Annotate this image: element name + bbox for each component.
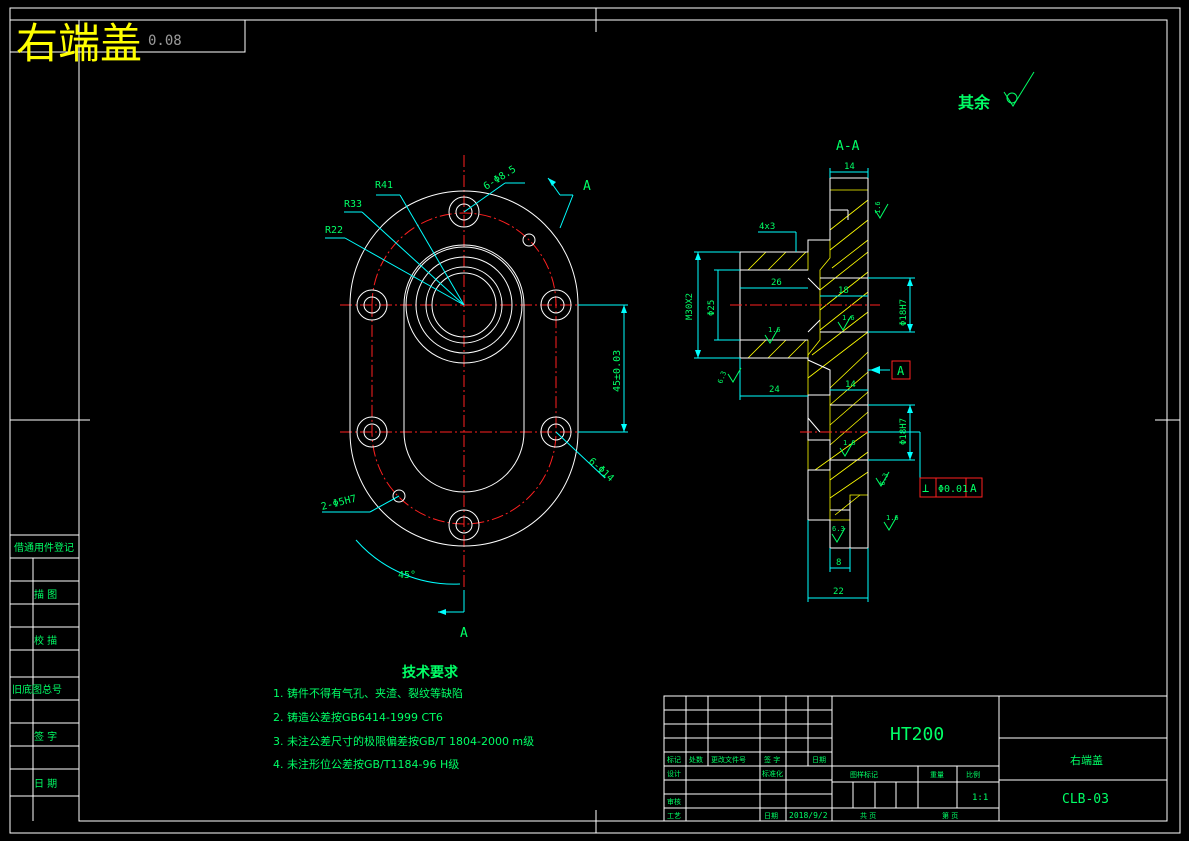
tol-value: Φ0.01 [938, 484, 968, 495]
tb-sign: 签 字 [764, 755, 780, 764]
tech-heading: 技术要求 [402, 664, 459, 681]
label-r22: R22 [325, 225, 343, 236]
dim-22: 22 [833, 587, 844, 597]
tb-page: 第 页 [942, 811, 958, 820]
rough-3: 1.6 [768, 326, 781, 334]
dim-bore-upper: Φ18H7 [899, 299, 909, 326]
roughness-others-label: 其余 [958, 93, 991, 112]
tb-review: 审核 [667, 797, 681, 806]
datum-label: A [897, 364, 905, 378]
tb-mark: 标记 [667, 755, 681, 764]
dim-thread: M30X2 [685, 293, 695, 320]
top-left-box-value: 0.08 [148, 33, 182, 49]
left-strip-row-1: 借通用件登记 [14, 541, 74, 554]
tb-scale-label: 比例 [966, 770, 980, 779]
left-strip-row-3: 校 描 [34, 634, 57, 647]
tb-stage-mark: 图样标记 [850, 770, 878, 779]
tb-date-value: 2018/9/2 [789, 811, 828, 820]
tb-date: 日期 [812, 756, 826, 764]
section-mark-top: A [583, 179, 591, 194]
title-overlay: 右端盖 [16, 19, 142, 68]
left-strip-row-6: 日 期 [34, 778, 57, 790]
title-material: HT200 [890, 724, 944, 745]
rough-4: 1.6 [842, 314, 855, 322]
label-r33: R33 [344, 199, 362, 210]
left-strip-row-5: 签 字 [34, 730, 57, 743]
dim-14-top: 14 [844, 162, 855, 172]
left-strip-row-2: 描 图 [34, 588, 57, 601]
tb-standard: 标准化 [762, 769, 783, 778]
dim-24: 24 [769, 385, 780, 395]
tb-date2: 日期 [764, 812, 778, 820]
dim-8: 8 [836, 558, 841, 568]
tb-file-no: 更改文件号 [711, 755, 746, 764]
section-title: A-A [836, 139, 860, 154]
title-drawing-no: CLB-03 [1062, 792, 1109, 807]
dim-14-mid: 14 [845, 380, 856, 390]
tb-count: 处数 [689, 755, 703, 764]
dim-18: 18 [838, 286, 849, 296]
dim-26: 26 [771, 278, 782, 288]
title-scale: 1:1 [972, 793, 988, 803]
dim-bore-lower: Φ18H7 [899, 418, 909, 445]
section-mark-bottom: A [460, 626, 468, 641]
left-strip-row-4: 旧底图总号 [12, 683, 62, 696]
rough-1: 1.6 [874, 201, 882, 214]
tb-weight: 重量 [930, 771, 944, 779]
rough-8: 1.6 [886, 514, 899, 522]
tb-design: 设计 [667, 769, 681, 778]
dim-d25: Φ25 [707, 300, 717, 316]
title-part-name: 右端盖 [1070, 753, 1103, 767]
label-vertical-dim: 45±0.03 [612, 350, 623, 392]
dim-chamfer: 4x3 [759, 222, 775, 232]
cad-drawing-sheet: 右端盖 0.08 其余 R41 R33 R22 6-Φ8.5 6-Φ14 2-Φ… [0, 0, 1189, 841]
rough-6: 1.6 [843, 439, 856, 447]
tech-item-2: 2. 铸造公差按GB6414-1999 CT6 [273, 710, 443, 724]
tech-item-4: 4. 未注形位公差按GB/T1184-96 H级 [273, 757, 459, 771]
tol-datum: A [970, 482, 977, 495]
tb-total: 共 页 [860, 811, 876, 820]
tol-symbol: ⊥ [922, 481, 929, 495]
rough-7: 6.3 [832, 525, 845, 533]
tech-item-1: 1. 铸件不得有气孔、夹渣、裂纹等缺陷 [273, 686, 463, 700]
tech-item-3: 3. 未注公差尺寸的极限偏差按GB/T 1804-2000 m级 [273, 734, 534, 748]
tb-process: 工艺 [667, 812, 681, 820]
label-r41: R41 [375, 180, 393, 191]
label-angle: 45° [398, 570, 416, 581]
